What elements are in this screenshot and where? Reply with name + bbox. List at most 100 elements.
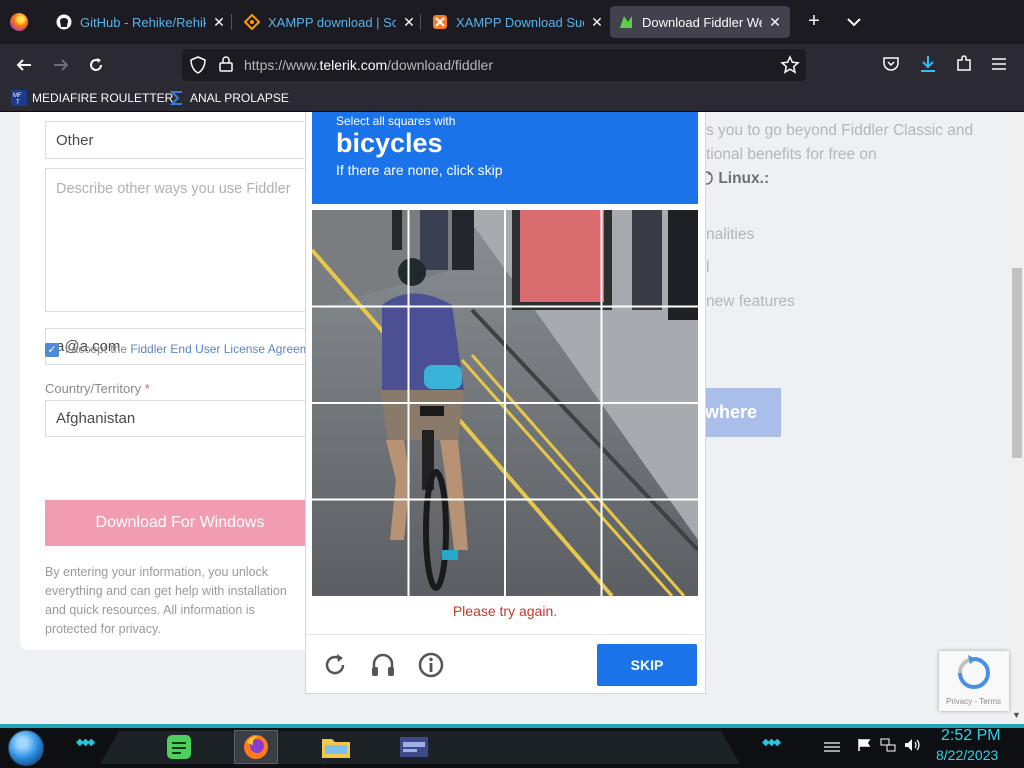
taskbar-firefox[interactable] (234, 730, 278, 764)
usage-select[interactable]: Other (45, 121, 315, 159)
skip-button-label: SKIP (630, 657, 664, 673)
arrow-left-icon (16, 59, 31, 71)
captcha-tile[interactable] (602, 403, 699, 500)
captcha-tile[interactable] (505, 500, 602, 597)
recaptcha-links: Privacy - Terms (946, 697, 1001, 706)
tab-label: XAMPP Download Success (456, 14, 584, 30)
captcha-tile[interactable] (602, 500, 699, 597)
terms-link[interactable]: Terms (979, 697, 1001, 706)
new-tab-button[interactable]: + (802, 10, 826, 34)
eula-link[interactable]: Fiddler End User License Agreement (130, 342, 326, 356)
captcha-tile[interactable] (312, 403, 409, 500)
show-desktop-icon[interactable] (822, 740, 842, 757)
reload-icon (90, 58, 102, 71)
country-label-text: Country/Territory (45, 381, 142, 396)
scroll-down-arrow-icon[interactable]: ▼ (1012, 710, 1021, 720)
network-icon[interactable] (880, 738, 896, 755)
download-button-label: Download For Windows (95, 514, 265, 531)
accept-text: I accept the (65, 342, 131, 356)
country-select[interactable]: Afghanistan (45, 400, 315, 437)
tab-xampp[interactable]: XAMPP Download Success ✕ (424, 6, 612, 38)
close-tab-icon[interactable]: ✕ (768, 14, 782, 31)
accept-checkbox[interactable]: ✓ (45, 343, 59, 357)
volume-icon[interactable] (904, 738, 922, 755)
firefox-view-icon[interactable] (10, 13, 28, 31)
close-tab-icon[interactable]: ✕ (590, 14, 604, 31)
bookmark-mediafire[interactable]: MF T MEDIAFIRE ROULETTER (11, 90, 173, 106)
anywhere-button-label: where (705, 402, 758, 422)
clock-date[interactable]: 8/22/2023 (936, 747, 998, 763)
close-tab-icon[interactable]: ✕ (212, 14, 226, 31)
notes-app-icon (167, 735, 191, 759)
captcha-tile[interactable] (602, 307, 699, 404)
list-all-tabs-button[interactable] (842, 10, 866, 34)
window-icon (400, 737, 428, 757)
captcha-tile[interactable] (505, 403, 602, 500)
captcha-tile[interactable] (312, 307, 409, 404)
skip-button[interactable]: SKIP (597, 644, 697, 686)
accept-label: I accept the Fiddler End User License Ag… (65, 342, 326, 356)
arrow-right-icon (54, 59, 69, 71)
right-line-3: Linux.: (700, 169, 769, 188)
forward-button[interactable] (47, 52, 75, 78)
url-prefix: https://www. (244, 57, 320, 73)
tab-label: GitHub - Rehike/Rehike: Rehike (80, 14, 206, 30)
captcha-hint: If there are none, click skip (336, 162, 503, 178)
firefox-icon (244, 735, 268, 759)
downloads-icon[interactable] (918, 54, 938, 79)
right-line-1: s you to go beyond Fiddler Classic and (706, 122, 974, 139)
scrollbar-thumb[interactable] (1012, 268, 1022, 458)
captcha-instruction: Select all squares with (336, 114, 456, 128)
tab-github[interactable]: GitHub - Rehike/Rehike: Rehike ✕ (48, 6, 234, 38)
tab-sourceforge[interactable]: XAMPP download | SourceForge ✕ (236, 6, 424, 38)
github-icon (56, 14, 72, 30)
captcha-tile[interactable] (409, 403, 506, 500)
bookmark-star-icon[interactable] (780, 55, 800, 80)
tab-label: Download Fiddler Web Debugging (642, 14, 762, 30)
taskbar-accent-band (0, 724, 1024, 728)
captcha-error-message: Please try again. (452, 603, 558, 619)
xampp-icon (432, 14, 448, 30)
captcha-tile[interactable] (409, 210, 506, 307)
describe-textarea[interactable]: Describe other ways you use Fiddler (45, 168, 315, 312)
menu-icon[interactable] (990, 56, 1008, 77)
back-button[interactable] (10, 52, 38, 78)
captcha-target: bicycles (336, 128, 443, 158)
captcha-tile[interactable] (409, 307, 506, 404)
tab-separator (420, 14, 421, 30)
lock-icon[interactable] (219, 56, 233, 77)
bookmark-second[interactable]: ANAL PROLAPSE (169, 90, 289, 106)
captcha-tile[interactable] (505, 210, 602, 307)
sourceforge-icon (244, 14, 260, 30)
reload-button[interactable] (82, 52, 110, 78)
close-tab-icon[interactable]: ✕ (402, 14, 416, 31)
download-anywhere-button[interactable]: where (696, 388, 781, 437)
tab-fiddler[interactable]: Download Fiddler Web Debugging ✕ (610, 6, 790, 38)
captcha-tile[interactable] (312, 210, 409, 307)
usage-select-value: Other (56, 131, 94, 149)
taskbar-notepad[interactable] (157, 730, 201, 764)
reload-challenge-icon[interactable] (321, 651, 349, 679)
captcha-tile[interactable] (312, 500, 409, 597)
download-for-windows-button[interactable]: Download For Windows (45, 500, 315, 546)
url-text[interactable]: https://www.telerik.com/download/fiddler (244, 57, 493, 73)
captcha-footer-divider (305, 634, 706, 635)
privacy-link[interactable]: Privacy (946, 697, 972, 706)
pocket-icon[interactable] (882, 55, 900, 78)
captcha-tile[interactable] (409, 500, 506, 597)
required-marker: * (144, 381, 150, 396)
captcha-tile[interactable] (505, 307, 602, 404)
tracking-protection-icon[interactable] (190, 56, 206, 79)
info-icon[interactable] (417, 651, 445, 679)
start-button[interactable] (8, 730, 44, 766)
taskbar-file-explorer[interactable] (314, 730, 358, 764)
clock-time[interactable]: 2:52 PM (941, 727, 1001, 745)
mediafire-icon: MF T (11, 90, 27, 106)
taskbar-app-window[interactable] (392, 730, 436, 764)
audio-challenge-icon[interactable] (369, 651, 397, 679)
sigma-icon (169, 90, 185, 106)
action-center-flag-icon[interactable] (857, 738, 871, 755)
extensions-icon[interactable] (955, 55, 973, 78)
captcha-tile[interactable] (602, 210, 699, 307)
describe-placeholder: Describe other ways you use Fiddler (56, 181, 291, 197)
